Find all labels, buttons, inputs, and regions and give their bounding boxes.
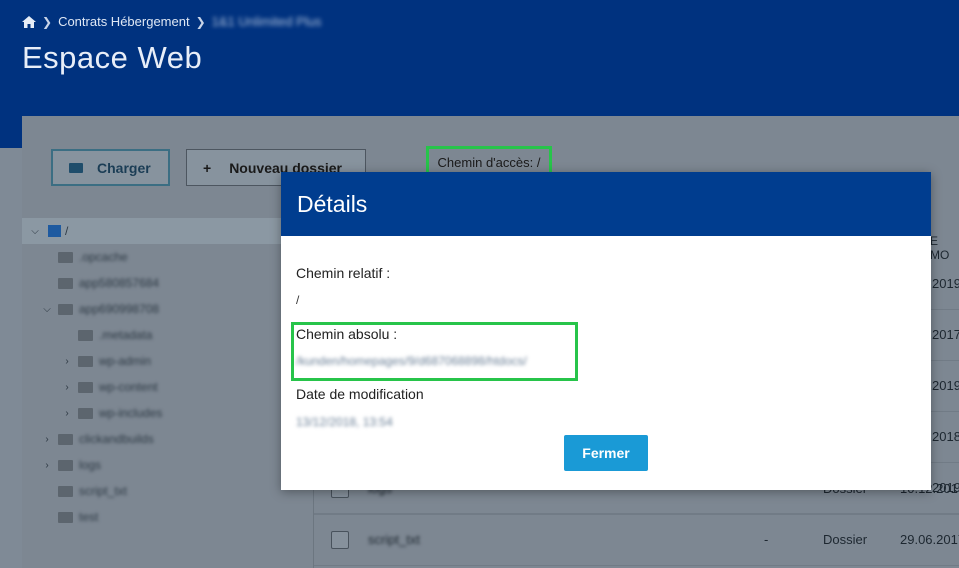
upload-button-label: Charger [97,159,151,176]
tree-item[interactable]: › wp-content [22,374,313,400]
tree-item[interactable]: › clickandbuilds [22,426,313,452]
tree-item[interactable]: app580857684 [22,270,313,296]
chevron-down-icon[interactable]: ⌵ [30,226,40,237]
column-header-date[interactable]: E MO [930,234,959,262]
row-checkbox[interactable] [331,531,349,549]
tree-item[interactable]: .opcache [22,244,313,270]
tree-item[interactable]: .metadata [22,322,313,348]
folder-icon [58,485,73,497]
tree-item-label: wp-content [99,380,158,394]
close-button[interactable]: Fermer [564,435,648,471]
tree-item-label: .opcache [79,250,128,264]
breadcrumb-contract-name[interactable]: 1&1 Unlimited Plus [212,14,322,29]
chevron-right-icon[interactable]: › [62,382,72,393]
tree-item[interactable]: script_txt [22,478,313,504]
breadcrumb: ❯ Contrats Hébergement ❯ 1&1 Unlimited P… [22,14,321,29]
relative-path-label: Chemin relatif : [296,265,391,281]
tree-item[interactable]: ⌵ app690998708 [22,296,313,322]
tree-item-label: wp-admin [99,354,152,368]
dialog-title: Détails [281,172,931,236]
absolute-path-value: /kunden/homepages/9/d687068898/htdocs/ [296,354,527,368]
chevron-down-icon[interactable]: ⌵ [42,304,52,315]
tree-item-label: script_txt [79,484,128,498]
file-type: Dossier [823,532,868,547]
relative-path-value: / [296,293,300,307]
tree-item-label: logs [79,458,102,472]
chevron-right-icon[interactable]: › [62,356,72,367]
home-icon[interactable] [22,15,36,28]
folder-icon [58,511,73,523]
folder-icon [78,355,93,367]
tree-item[interactable]: test [22,504,313,530]
tree-item-label: .metadata [99,328,153,342]
tree-item[interactable]: › logs [22,452,313,478]
upload-button[interactable]: Charger [51,149,170,186]
folder-icon [78,329,93,341]
chevron-right-icon: ❯ [195,14,206,29]
tree-root[interactable]: ⌵ / [22,218,313,244]
page-title: Espace Web [22,40,203,75]
server-icon [48,225,61,237]
file-name[interactable]: script_txt [368,532,420,547]
folder-icon [58,251,73,263]
plus-icon: + [203,159,212,176]
tree-item-label: app580857684 [79,276,160,290]
chevron-right-icon[interactable]: › [42,460,52,471]
file-size: - [764,532,769,547]
details-dialog: Détails Chemin relatif : / Chemin absolu… [281,172,931,490]
tree-item-label: / [65,224,69,238]
tree-item[interactable]: › wp-includes [22,400,313,426]
tree-item-label: clickandbuilds [79,432,154,446]
modified-date-label: Date de modification [296,386,424,402]
folder-tree: ⌵ / .opcache app580857684 ⌵ app690998708… [22,218,313,568]
folder-icon [78,381,93,393]
chevron-right-icon[interactable]: › [62,408,72,419]
absolute-path-label: Chemin absolu : [296,326,398,342]
folder-icon [58,303,73,315]
file-date: 29.06.2017 [900,532,959,547]
folder-icon [58,459,73,471]
chevron-right-icon: ❯ [42,14,53,29]
folder-icon [58,433,73,445]
modified-date-value: 13/12/2018, 13:54 [296,415,393,429]
chevron-right-icon[interactable]: › [42,434,52,445]
folder-icon [58,277,73,289]
tree-item-label: wp-includes [99,406,163,420]
tree-item-label: app690998708 [79,302,160,316]
breadcrumb-contracts[interactable]: Contrats Hébergement [58,14,190,29]
tree-item[interactable]: › wp-admin [22,348,313,374]
table-row[interactable]: script_txt - Dossier 29.06.2017 [314,515,959,566]
tree-item-label: test [79,510,99,524]
upload-folder-icon [69,162,83,173]
folder-icon [78,407,93,419]
